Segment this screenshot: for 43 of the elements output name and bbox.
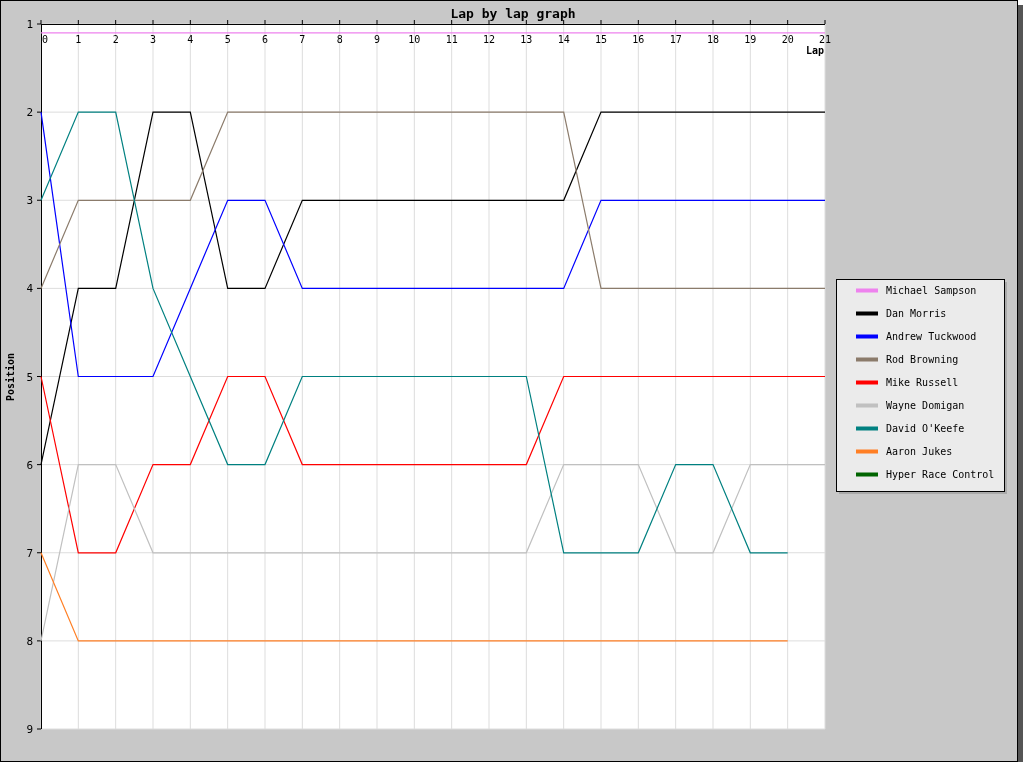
axis-tick-label: 7 bbox=[299, 34, 306, 45]
axis-tick-label: 17 bbox=[669, 34, 682, 45]
axis-title: Position bbox=[5, 352, 16, 402]
legend-label: Mike Russell bbox=[886, 377, 959, 388]
axis-tick-label: 18 bbox=[707, 34, 719, 45]
axis-tick-label: 14 bbox=[557, 34, 570, 45]
axis-tick-label: 0 bbox=[42, 34, 48, 45]
axis-tick-label: 5 bbox=[224, 34, 231, 45]
axis-tick-label: 6 bbox=[262, 34, 268, 45]
axis-tick-label: 2 bbox=[112, 34, 119, 45]
axis-tick-label: 19 bbox=[744, 34, 757, 45]
axis-tick-label: 9 bbox=[26, 723, 33, 736]
axis-tick-label: 3 bbox=[150, 34, 156, 45]
axis-tick-label: 8 bbox=[336, 34, 343, 45]
axis-tick-label: 2 bbox=[26, 106, 33, 120]
chart-title: Lap by lap graph bbox=[450, 6, 576, 21]
axis-tick-label: 3 bbox=[26, 194, 33, 208]
axis-tick-label: 16 bbox=[632, 34, 645, 45]
axis-tick-label: 1 bbox=[75, 34, 82, 45]
axis-tick-label: 13 bbox=[520, 34, 533, 45]
legend-label: Wayne Domigan bbox=[886, 400, 965, 411]
axis-tick-label: 7 bbox=[26, 546, 33, 560]
axis-tick-label: 10 bbox=[408, 34, 421, 45]
legend-label: Dan Morris bbox=[886, 308, 947, 319]
axis-tick-label: 8 bbox=[26, 634, 33, 648]
legend-label: Aaron Jukes bbox=[886, 446, 953, 457]
axis-tick-label: 15 bbox=[595, 34, 607, 45]
axis-tick-label: 4 bbox=[187, 34, 194, 45]
axis-tick-label: 5 bbox=[26, 370, 33, 384]
legend-label: David O'Keefe bbox=[886, 423, 965, 434]
axis-tick-label: 21 bbox=[819, 34, 831, 45]
axis-tick-label: 1 bbox=[26, 18, 33, 31]
axis-tick-label: 9 bbox=[374, 34, 380, 45]
axis-tick-label: 20 bbox=[781, 34, 794, 45]
axis-tick-label: 12 bbox=[483, 34, 495, 45]
legend-label: Hyper Race Control bbox=[886, 469, 995, 480]
legend-label: Andrew Tuckwood bbox=[886, 331, 977, 342]
axis-title: Lap bbox=[805, 45, 824, 56]
axis-tick-label: 4 bbox=[26, 282, 33, 296]
legend-label: Michael Sampson bbox=[886, 285, 977, 296]
axis-tick-label: 11 bbox=[445, 34, 458, 45]
legend-label: Rod Browning bbox=[886, 354, 959, 365]
axis-tick-label: 6 bbox=[26, 458, 33, 472]
